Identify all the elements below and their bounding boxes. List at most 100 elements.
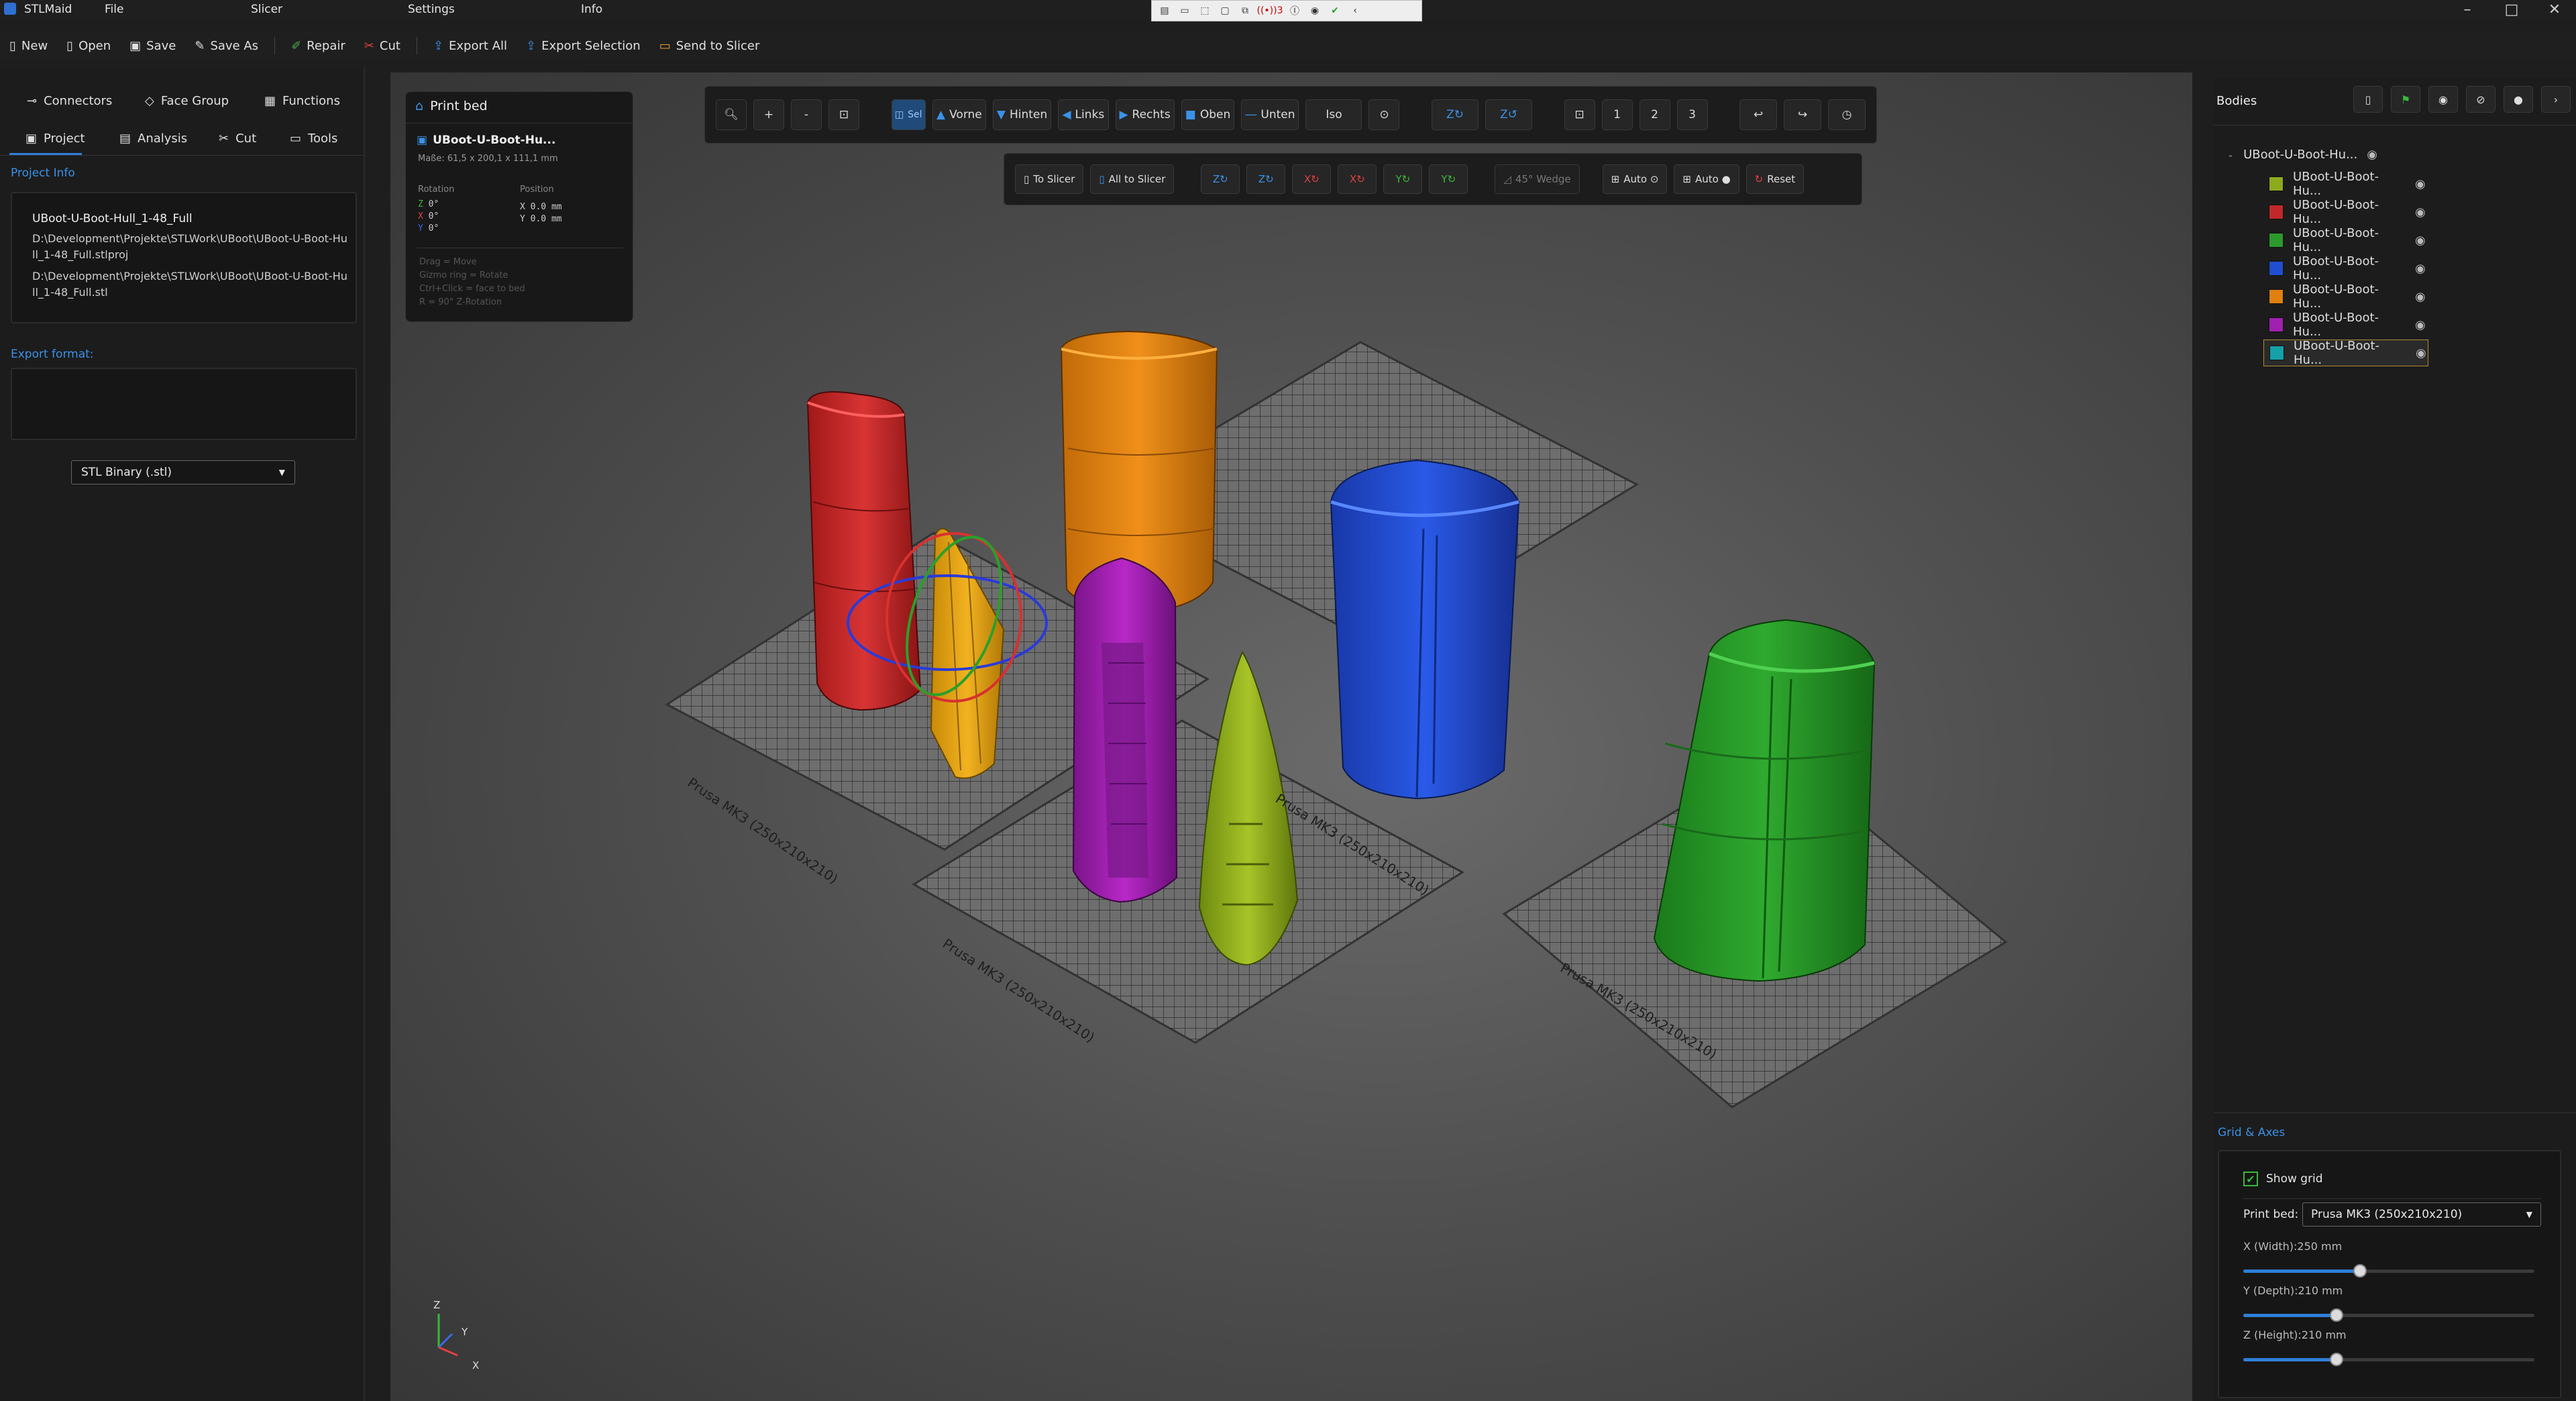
x-width-slider[interactable]	[2243, 1264, 2534, 1278]
body-item[interactable]: UBoot-U-Boot-Hu... ◉	[2263, 226, 2428, 254]
camera-2-button[interactable]: 2	[1639, 99, 1670, 130]
zoom-out-button[interactable]: -	[791, 99, 822, 130]
eye-icon[interactable]: ◉	[2415, 205, 2426, 219]
show-grid-checkbox[interactable]: ✔	[2243, 1172, 2258, 1186]
body-item[interactable]: UBoot-U-Boot-Hu... ◉	[2263, 198, 2428, 226]
show-grid-row[interactable]: ✔ Show grid	[2243, 1172, 2323, 1186]
audio-icon[interactable]: ◉	[1307, 3, 1322, 18]
rotate-x-minus-button[interactable]: X↻	[1338, 164, 1377, 194]
slider-knob[interactable]	[2329, 1353, 2343, 1366]
new-button[interactable]: ▯ New	[0, 34, 57, 58]
zoom-fit-button[interactable]: 🔍︎	[716, 99, 747, 130]
y-depth-slider[interactable]	[2243, 1308, 2534, 1322]
close-button[interactable]: ✕	[2533, 0, 2576, 19]
tree-root[interactable]: ⌄ UBoot-U-Boot-Hu... ◉	[2227, 141, 2377, 168]
camera-icon[interactable]: ▭	[1177, 3, 1192, 18]
save-as-button[interactable]: ✎ Save As	[185, 34, 268, 58]
eye-icon[interactable]: ◉	[2415, 290, 2426, 304]
flag-button[interactable]: ⚑	[2391, 86, 2420, 113]
redo-button[interactable]: ↪	[1784, 99, 1822, 130]
rotate-z-minus-button[interactable]: Z↻	[1246, 164, 1286, 194]
body-item[interactable]: UBoot-U-Boot-Hu... ◉	[2263, 311, 2428, 339]
functions-button[interactable]: ▦ Functions	[264, 86, 340, 115]
export-format-select[interactable]: STL Binary (.stl) ▼	[71, 460, 295, 484]
rotate-z-plus-button[interactable]: Z↻	[1201, 164, 1240, 194]
auto-arrange-button[interactable]: ⊞ Auto ●	[1674, 164, 1739, 194]
3d-viewport[interactable]: Prusa MK3 (250x210x210) Prusa MK3 (250x2…	[390, 72, 2192, 1401]
body-item[interactable]: UBoot-U-Boot-Hu... ◉	[2263, 254, 2428, 282]
z-height-slider[interactable]	[2243, 1353, 2534, 1366]
face-group-button[interactable]: ◇ Face Group	[145, 86, 229, 115]
body-item[interactable]: UBoot-U-Boot-Hu... ◉	[2263, 282, 2428, 311]
show-all-button[interactable]: ◉	[2428, 86, 2458, 113]
rotate-x-plus-button[interactable]: X↻	[1292, 164, 1332, 194]
eye-icon[interactable]: ◉	[2367, 148, 2377, 162]
perspective-toggle-button[interactable]: ⊙	[1368, 99, 1400, 130]
menu-file[interactable]: File	[105, 3, 123, 16]
open-button[interactable]: ▯ Open	[57, 34, 120, 58]
save-button[interactable]: ▣ Save	[120, 34, 185, 58]
to-slicer-button[interactable]: ▯ To Slicer	[1015, 164, 1084, 194]
solo-button[interactable]: ●	[2504, 86, 2533, 113]
rotate-z-ccw-button[interactable]: Z↺	[1485, 99, 1532, 130]
view-front-button[interactable]: ▲ Vorne	[932, 99, 986, 130]
export-all-button[interactable]: ⇪ Export All	[424, 34, 517, 58]
model-blue[interactable]	[1330, 459, 1520, 800]
cut-button[interactable]: ✂ Cut	[355, 34, 410, 58]
hide-all-button[interactable]: ⊘	[2466, 86, 2496, 113]
eye-icon[interactable]: ◉	[2416, 346, 2426, 360]
undo-button[interactable]: ↩	[1739, 99, 1778, 130]
view-right-button[interactable]: ▶ Rechts	[1115, 99, 1175, 130]
slider-knob[interactable]	[2353, 1264, 2367, 1278]
check-icon[interactable]: ✔	[1328, 3, 1342, 18]
rotate-y-minus-button[interactable]: Y↻	[1429, 164, 1468, 194]
connectors-button[interactable]: ⊸ Connectors	[27, 86, 112, 115]
screens-icon[interactable]: ⧉	[1238, 3, 1252, 18]
frame-button[interactable]: ⊡	[828, 99, 859, 130]
view-top-button[interactable]: ■ Oben	[1181, 99, 1235, 130]
tab-tools[interactable]: ▭ Tools	[290, 123, 337, 153]
tab-project[interactable]: ▣ Project	[25, 123, 85, 153]
eye-icon[interactable]: ◉	[2415, 318, 2426, 332]
send-to-slicer-button[interactable]: ▭ Send to Slicer	[650, 34, 769, 58]
pointer-icon[interactable]: ⬚	[1197, 3, 1212, 18]
view-left-button[interactable]: ◀ Links	[1058, 99, 1109, 130]
camera-3-button[interactable]: 3	[1676, 99, 1708, 130]
tab-cut[interactable]: ✂ Cut	[219, 123, 256, 153]
view-back-button[interactable]: ▼ Hinten	[992, 99, 1052, 130]
new-body-button[interactable]: ▯	[2353, 86, 2383, 113]
accessibility-icon[interactable]: Ⓘ	[1287, 3, 1302, 18]
menu-slicer[interactable]: Slicer	[251, 3, 282, 16]
maximize-button[interactable]: □	[2490, 0, 2533, 19]
record-badge[interactable]: ((•)) 3	[1256, 3, 1283, 18]
eye-icon[interactable]: ◉	[2415, 177, 2426, 191]
model-purple[interactable]	[1072, 557, 1178, 903]
model-green[interactable]	[1653, 619, 1876, 982]
eye-icon[interactable]: ◉	[2415, 262, 2426, 276]
camera-1-button[interactable]: 1	[1601, 99, 1633, 130]
expand-panel-button[interactable]: ›	[2541, 86, 2571, 113]
reset-button[interactable]: ↻ Reset	[1746, 164, 1805, 194]
select-mode-button[interactable]: ◫ Sel	[891, 99, 926, 130]
model-red[interactable]	[806, 391, 922, 711]
eye-icon[interactable]: ◉	[2415, 234, 2426, 248]
zoom-in-button[interactable]: +	[753, 99, 784, 130]
print-bed-select[interactable]: Prusa MK3 (250x210x210) ▼	[2302, 1202, 2541, 1227]
rotate-y-plus-button[interactable]: Y↻	[1383, 164, 1423, 194]
window-icon[interactable]: ▢	[1218, 3, 1232, 18]
screenshot-button[interactable]: ⊡	[1564, 99, 1595, 130]
view-iso-button[interactable]: Iso	[1305, 99, 1362, 130]
export-selection-button[interactable]: ⇪ Export Selection	[517, 34, 650, 58]
body-item-selected[interactable]: UBoot-U-Boot-Hu... ◉	[2263, 339, 2428, 367]
menu-info[interactable]: Info	[581, 3, 602, 16]
collapse-icon[interactable]: ‹	[1348, 3, 1362, 18]
document-icon[interactable]: ▤	[1157, 3, 1172, 18]
body-item[interactable]: UBoot-U-Boot-Hu... ◉	[2263, 170, 2428, 198]
rotate-z-cw-button[interactable]: Z↻	[1432, 99, 1479, 130]
tab-analysis[interactable]: ▤ Analysis	[119, 123, 187, 153]
wedge-button[interactable]: ◿ 45° Wedge	[1495, 164, 1580, 194]
auto-orient-button[interactable]: ⊞ Auto ⊙	[1602, 164, 1668, 194]
minimize-button[interactable]: –	[2446, 0, 2489, 19]
view-bottom-button[interactable]: ― Unten	[1241, 99, 1299, 130]
all-to-slicer-button[interactable]: ▯ All to Slicer	[1090, 164, 1175, 194]
